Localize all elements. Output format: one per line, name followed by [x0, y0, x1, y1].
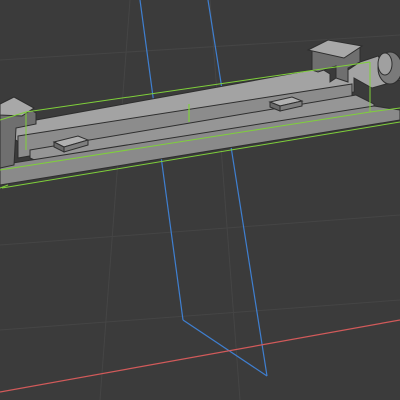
- 3d-viewport[interactable]: [0, 0, 400, 400]
- viewport-canvas[interactable]: [0, 0, 400, 400]
- right-end-cylinder-cap: [377, 52, 393, 76]
- rail-part[interactable]: [0, 39, 400, 186]
- construction-plane[interactable]: [139, 0, 268, 377]
